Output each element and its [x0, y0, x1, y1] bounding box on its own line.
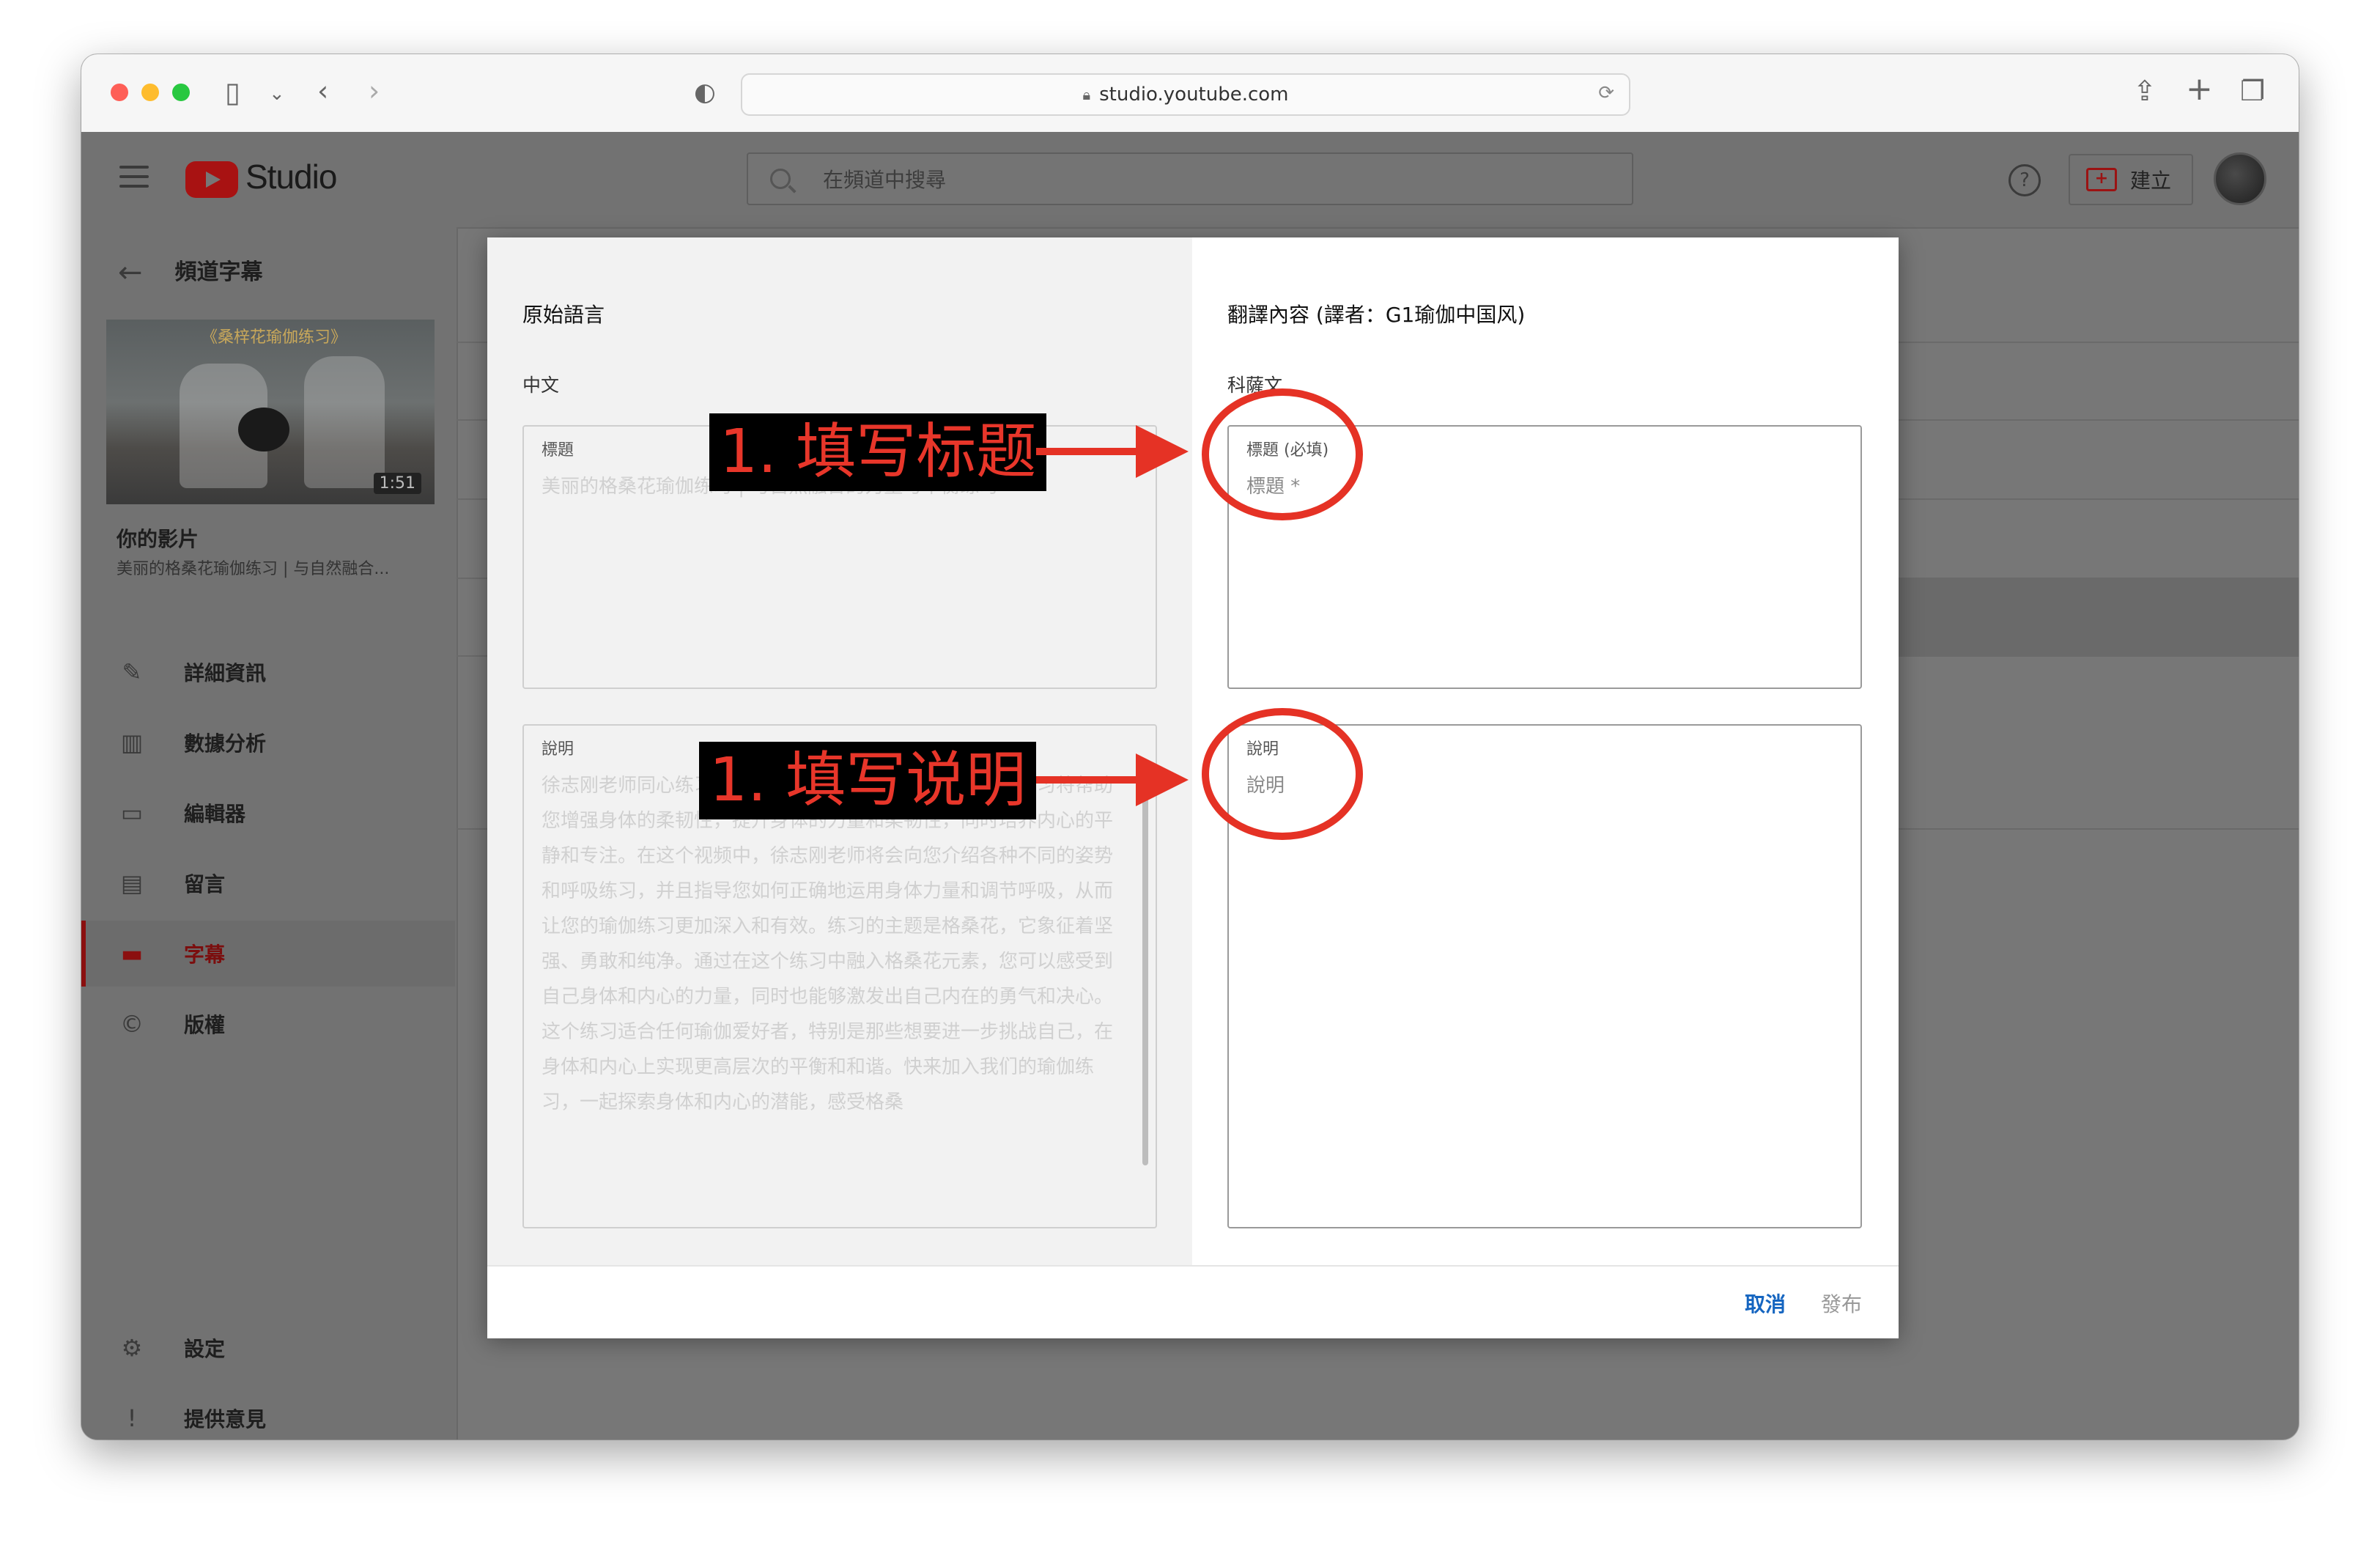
description-scrollbar[interactable] [1142, 770, 1148, 1165]
translation-title: 翻譯內容 (譯者：G1瑜伽中国风) [1227, 303, 1526, 327]
original-description-label: 說明 [542, 740, 574, 759]
new-tab-icon[interactable]: + [2186, 73, 2213, 106]
forward-icon[interactable]: › [369, 76, 380, 106]
sidebar-item-details[interactable]: ✎ 詳細資訊 [81, 639, 455, 705]
annotation-arrow-description [1036, 753, 1189, 806]
video-title: 美丽的格桑花瑜伽练习 | 与自然融合... [117, 560, 390, 578]
sidebar-item-label: 數據分析 [184, 731, 267, 756]
sidebar-item-copyright[interactable]: © 版權 [81, 991, 455, 1057]
copyright-icon: © [120, 1010, 144, 1038]
sidebar-item-settings[interactable]: ⚙ 設定 [81, 1315, 455, 1381]
annotation-step-title: 1. 填写标题 [709, 413, 1047, 491]
original-title-label: 標題 [542, 441, 574, 460]
studio-brand[interactable]: Studio [245, 157, 337, 196]
highlighted-row [1893, 578, 2299, 655]
annotation-step-description: 1. 填写说明 [699, 742, 1037, 819]
annotation-arrow-title [1036, 425, 1189, 478]
your-video-heading: 你的影片 [117, 527, 199, 551]
address-bar[interactable]: 🔒︎ studio.youtube.com ⟳ [741, 73, 1630, 116]
channel-search-input[interactable]: 在頻道中搜尋 [747, 152, 1633, 205]
sidebar-item-label: 版權 [184, 1013, 226, 1037]
sidebar-item-subtitles[interactable]: ▬ 字幕 [81, 921, 455, 987]
search-icon [770, 169, 791, 189]
subtitles-icon: ▬ [120, 940, 144, 968]
comments-icon: ▤ [120, 869, 144, 897]
back-to-channel-subtitles[interactable]: ← 頻道字幕 [118, 254, 263, 290]
help-icon[interactable]: ? [2008, 164, 2041, 196]
cancel-button[interactable]: 取消 [1745, 1289, 1786, 1318]
close-window-button[interactable] [111, 84, 128, 101]
video-thumbnail[interactable]: 《桑梓花瑜伽练习》 1:51 [106, 320, 435, 504]
original-language-title: 原始語言 [522, 303, 605, 327]
create-video-icon: + [2086, 168, 2117, 191]
browser-toolbar: ▯ ⌄ ‹ › ◐ 🔒︎ studio.youtube.com ⟳ ⇪ + ❐ [81, 54, 2299, 133]
gear-icon: ⚙ [121, 1334, 143, 1362]
url-text: studio.youtube.com [1099, 84, 1289, 106]
analytics-icon: ▥ [120, 729, 144, 756]
tab-overview-icon[interactable]: ❐ [2240, 76, 2265, 106]
video-duration: 1:51 [373, 473, 421, 494]
thumbnail-banner: 《桑梓花瑜伽练习》 [202, 328, 347, 347]
avatar[interactable] [2214, 152, 2266, 205]
create-button[interactable]: + 建立 [2069, 154, 2193, 205]
zoom-window-button[interactable] [172, 84, 190, 101]
shield-icon[interactable]: ◐ [694, 78, 716, 107]
sidebar-item-label: 提供意見 [184, 1407, 267, 1431]
back-icon[interactable]: ‹ [317, 76, 328, 106]
share-icon[interactable]: ⇪ [2133, 76, 2157, 106]
search-placeholder: 在頻道中搜尋 [823, 168, 947, 192]
sidebar-item-label: 字幕 [184, 943, 226, 967]
sidebar-toggle-icon[interactable]: ▯ [225, 78, 240, 107]
back-arrow-icon: ← [118, 256, 143, 290]
reload-icon[interactable]: ⟳ [1598, 82, 1614, 104]
minimize-window-button[interactable] [141, 84, 159, 101]
sidebar: ← 頻道字幕 《桑梓花瑜伽练习》 1:51 你的影片 美丽的格桑花瑜伽练习 | 与… [81, 227, 458, 1440]
publish-button[interactable]: 發布 [1821, 1289, 1862, 1318]
sidebar-item-comments[interactable]: ▤ 留言 [81, 850, 455, 916]
sidebar-item-label: 詳細資訊 [184, 661, 267, 685]
editor-icon: ▭ [120, 799, 144, 827]
sidebar-item-label: 編輯器 [184, 802, 246, 826]
sidebar-back-title: 頻道字幕 [174, 259, 263, 285]
dialog-footer: 取消 發布 [487, 1265, 1899, 1338]
annotation-circle-description [1202, 708, 1363, 840]
sidebar-item-label: 留言 [184, 872, 226, 896]
annotation-circle-title [1202, 388, 1363, 520]
sidebar-item-label: 設定 [184, 1337, 226, 1361]
youtube-logo-icon[interactable] [185, 161, 238, 198]
sidebar-item-feedback[interactable]: ! 提供意見 [81, 1385, 455, 1440]
original-description-text: 徐志刚老师同心练习，将瑜伽的力量与自然相结合。这个练习将帮助您增强身体的柔韧性，… [542, 775, 1113, 1113]
lock-icon: 🔒︎ [1082, 86, 1091, 103]
pencil-icon: ✎ [122, 658, 142, 686]
create-label: 建立 [2130, 169, 2172, 193]
chevron-down-icon[interactable]: ⌄ [269, 79, 285, 108]
original-language-name: 中文 [522, 375, 560, 396]
feedback-icon: ! [127, 1404, 137, 1432]
sidebar-item-analytics[interactable]: ▥ 數據分析 [81, 710, 455, 775]
menu-icon[interactable] [119, 166, 149, 194]
studio-header: Studio 在頻道中搜尋 ? + 建立 [81, 132, 2299, 229]
sidebar-item-editor[interactable]: ▭ 編輯器 [81, 780, 455, 846]
